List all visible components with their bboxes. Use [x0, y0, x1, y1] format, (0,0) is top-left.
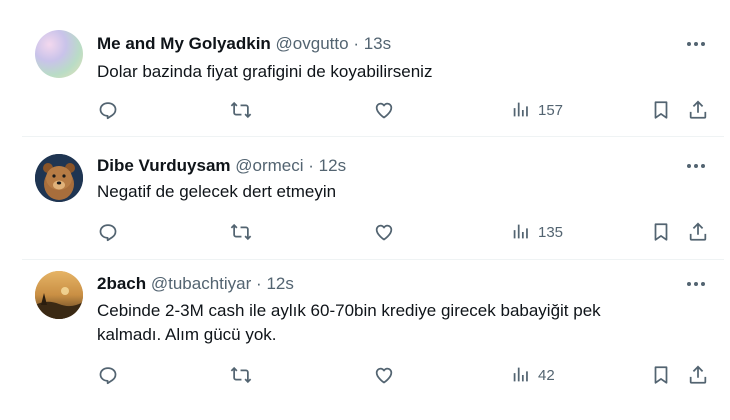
- author-handle[interactable]: @ormeci: [235, 156, 303, 175]
- bar-chart-icon: [513, 367, 528, 382]
- reply-button[interactable]: [97, 97, 119, 123]
- bookmark-icon: [654, 366, 668, 384]
- views-count: 157: [538, 101, 564, 119]
- tweet-text: Cebinde 2-3M cash ile aylık 60-70bin kre…: [97, 301, 601, 344]
- like-button[interactable]: [373, 362, 395, 388]
- bar-chart-icon: [513, 224, 528, 239]
- retweet-icon: [230, 101, 252, 119]
- author-name[interactable]: Me and My Golyadkin: [97, 34, 271, 53]
- retweet-button[interactable]: [230, 219, 252, 245]
- retweet-icon: [230, 223, 252, 241]
- bookmark-button[interactable]: [650, 362, 672, 388]
- author-name[interactable]: 2bach: [97, 274, 146, 293]
- timestamp[interactable]: 12s: [319, 156, 346, 175]
- tweet[interactable]: Me and My Golyadkin @ovgutto · 13s Dolar…: [0, 0, 730, 136]
- bookmark-icon: [654, 223, 668, 241]
- action-bar: 42: [0, 362, 730, 388]
- views-count: 42: [538, 366, 555, 384]
- tweet[interactable]: 2bach @tubachtiyar · 12s Cebinde 2-3M ca…: [0, 260, 730, 420]
- avatar[interactable]: [35, 271, 83, 319]
- like-button[interactable]: [373, 219, 395, 245]
- separator-dot: ·: [256, 274, 262, 293]
- share-icon: [689, 222, 707, 241]
- reply-button[interactable]: [97, 219, 119, 245]
- heart-icon: [375, 102, 393, 119]
- like-button[interactable]: [373, 97, 395, 123]
- tweet-feed: Me and My Golyadkin @ovgutto · 13s Dolar…: [0, 0, 730, 420]
- timestamp[interactable]: 12s: [266, 274, 293, 293]
- tweet-header: Dibe Vurduysam @ormeci · 12s: [97, 155, 346, 177]
- timestamp[interactable]: 13s: [364, 34, 391, 53]
- reply-button[interactable]: [97, 362, 119, 388]
- avatar[interactable]: [35, 154, 83, 202]
- share-icon: [689, 365, 707, 384]
- bookmark-icon: [654, 101, 668, 119]
- tweet-header: 2bach @tubachtiyar · 12s: [97, 273, 294, 295]
- bookmark-button[interactable]: [650, 219, 672, 245]
- avatar[interactable]: [35, 30, 83, 78]
- share-icon: [689, 100, 707, 119]
- views-button[interactable]: 42: [510, 362, 555, 388]
- author-handle[interactable]: @tubachtiyar: [151, 274, 251, 293]
- more-options-icon[interactable]: [684, 273, 708, 295]
- more-options-icon[interactable]: [684, 155, 708, 177]
- more-options-icon[interactable]: [684, 33, 708, 55]
- reply-icon: [99, 224, 117, 242]
- views-count: 135: [538, 223, 564, 241]
- action-bar: 135: [0, 219, 730, 245]
- tweet[interactable]: Dibe Vurduysam @ormeci · 12s Negatif de …: [0, 137, 730, 259]
- retweet-icon: [230, 366, 252, 384]
- separator-dot: ·: [353, 34, 359, 53]
- retweet-button[interactable]: [230, 362, 252, 388]
- author-handle[interactable]: @ovgutto: [276, 34, 349, 53]
- views-button[interactable]: 157: [510, 97, 563, 123]
- heart-icon: [375, 367, 393, 384]
- author-name[interactable]: Dibe Vurduysam: [97, 156, 231, 175]
- heart-icon: [375, 224, 393, 241]
- tweet-text: Dolar bazinda fiyat grafigini de koyabil…: [97, 62, 433, 81]
- separator-dot: ·: [308, 156, 314, 175]
- bookmark-button[interactable]: [650, 97, 672, 123]
- views-button[interactable]: 135: [510, 219, 563, 245]
- reply-icon: [99, 102, 117, 120]
- retweet-button[interactable]: [230, 97, 252, 123]
- share-button[interactable]: [687, 362, 709, 388]
- action-bar: 157: [0, 97, 730, 123]
- share-button[interactable]: [687, 219, 709, 245]
- bar-chart-icon: [513, 102, 528, 117]
- reply-icon: [99, 367, 117, 385]
- share-button[interactable]: [687, 97, 709, 123]
- tweet-header: Me and My Golyadkin @ovgutto · 13s: [97, 33, 391, 55]
- tweet-text: Negatif de gelecek dert etmeyin: [97, 182, 337, 201]
